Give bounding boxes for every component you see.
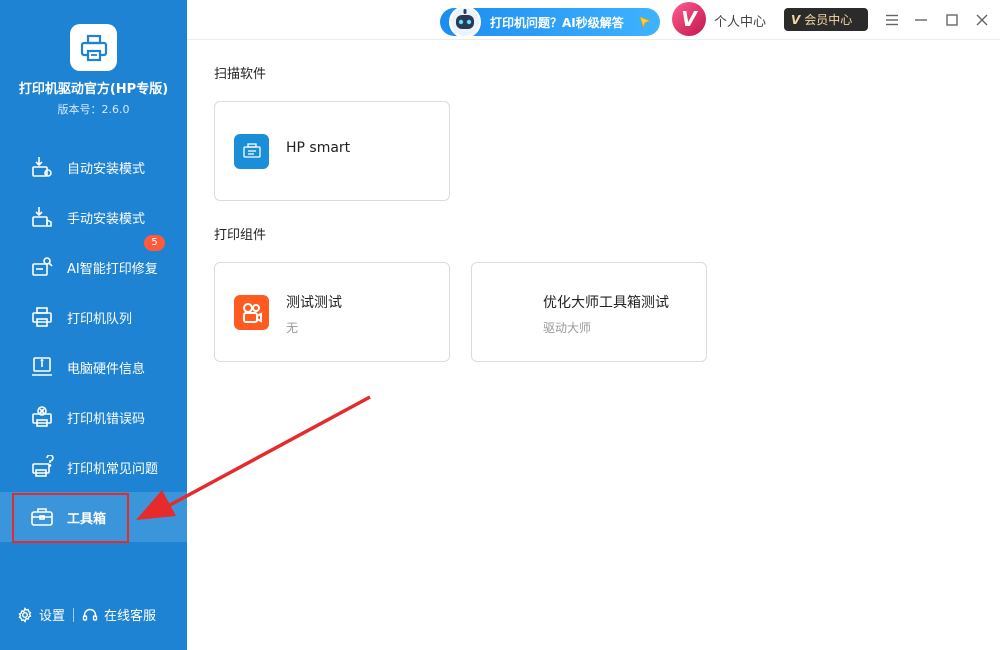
printer-queue-icon [30,305,54,329]
headset-icon [82,608,98,621]
close-icon[interactable] [972,10,992,30]
tool-card-hp-smart[interactable]: HP smart [214,101,450,201]
faq-icon [30,455,54,479]
vip-center-label: 会员中心 [804,13,853,27]
tool-card-subtitle: 无 [286,321,299,335]
sidebar-item-label: 打印机队列 [67,311,133,327]
sidebar-item-auto-install[interactable]: 自动安装模式 [0,142,187,192]
sidebar-item-faq[interactable]: 打印机常见问题 [0,442,187,492]
settings-link[interactable]: 设置 [17,605,65,624]
hp-smart-icon [234,134,269,169]
sidebar-item-toolbox[interactable]: 工具箱 [0,492,187,542]
avatar-letter: V [681,7,697,31]
sidebar-item-label: 自动安装模式 [67,161,146,177]
kuaishou-icon [234,295,269,330]
gear-icon [18,606,32,623]
scan-section-title: 扫描软件 [214,67,267,82]
app-title: 打印机驱动官方(HP专版) [18,82,169,97]
auto-install-icon [30,155,54,179]
top-bar: 打印机问题？AI秒级解答 V 个人中心 V 会员中心 [187,0,1000,40]
sidebar-item-label: 电脑硬件信息 [67,361,146,377]
sidebar-footer: 设置 在线客服 [17,605,156,624]
manual-install-icon [30,205,54,229]
pointer-icon [639,16,652,29]
online-support-link[interactable]: 在线客服 [82,605,156,624]
menu-icon[interactable] [882,10,902,30]
tool-card-test[interactable]: 测试测试 无 [214,262,450,362]
hardware-info-icon [30,355,54,379]
online-support-label: 在线客服 [104,609,157,624]
tool-card-subtitle: 驱动大师 [543,321,592,335]
sidebar-item-error-code[interactable]: 打印机错误码 [0,392,187,442]
vip-icon: V [791,12,801,27]
printer-logo-icon [70,24,117,71]
ai-banner-text: 打印机问题？AI秒级解答 [490,15,624,30]
footer-divider [73,607,75,622]
sidebar-item-label: 打印机常见问题 [67,461,159,477]
tool-card-optimizer[interactable]: 优化大师工具箱测试 驱动大师 [471,262,707,362]
sidebar-item-label: 手动安装模式 [67,211,146,227]
robot-icon [449,6,481,38]
minimize-icon[interactable] [911,10,931,30]
sidebar-item-printer-queue[interactable]: 打印机队列 [0,292,187,342]
tool-card-name: HP smart [286,140,351,156]
vip-center-button[interactable]: V 会员中心 [784,8,868,31]
sidebar-item-ai-repair[interactable]: 5 AI智能打印修复 [0,235,187,292]
avatar[interactable]: V [672,2,706,36]
app-version: 版本号：2.6.0 [57,103,130,116]
print-section-title: 打印组件 [214,228,267,243]
sidebar: 打印机驱动官方(HP专版) 版本号：2.6.0 自动安装模式 手动安装模式 5 [0,0,187,650]
ai-repair-icon [30,255,54,279]
error-code-icon [30,405,54,429]
notification-badge: 5 [144,235,165,251]
settings-label: 设置 [39,609,66,624]
toolbox-icon [30,505,54,529]
ai-answer-banner[interactable]: 打印机问题？AI秒级解答 [440,6,660,38]
sidebar-item-hardware-info[interactable]: 电脑硬件信息 [0,342,187,392]
sidebar-item-label: 打印机错误码 [67,411,146,427]
personal-center-link[interactable]: 个人中心 [714,11,766,30]
sidebar-item-label: AI智能打印修复 [67,261,158,277]
tool-card-name: 优化大师工具箱测试 [543,295,669,311]
sidebar-item-label: 工具箱 [67,511,107,527]
sidebar-nav: 自动安装模式 手动安装模式 5 AI智能打印修复 打印机队列 电脑硬件信息 打印… [0,142,187,542]
tool-card-name: 测试测试 [286,295,342,311]
maximize-icon[interactable] [942,10,962,30]
